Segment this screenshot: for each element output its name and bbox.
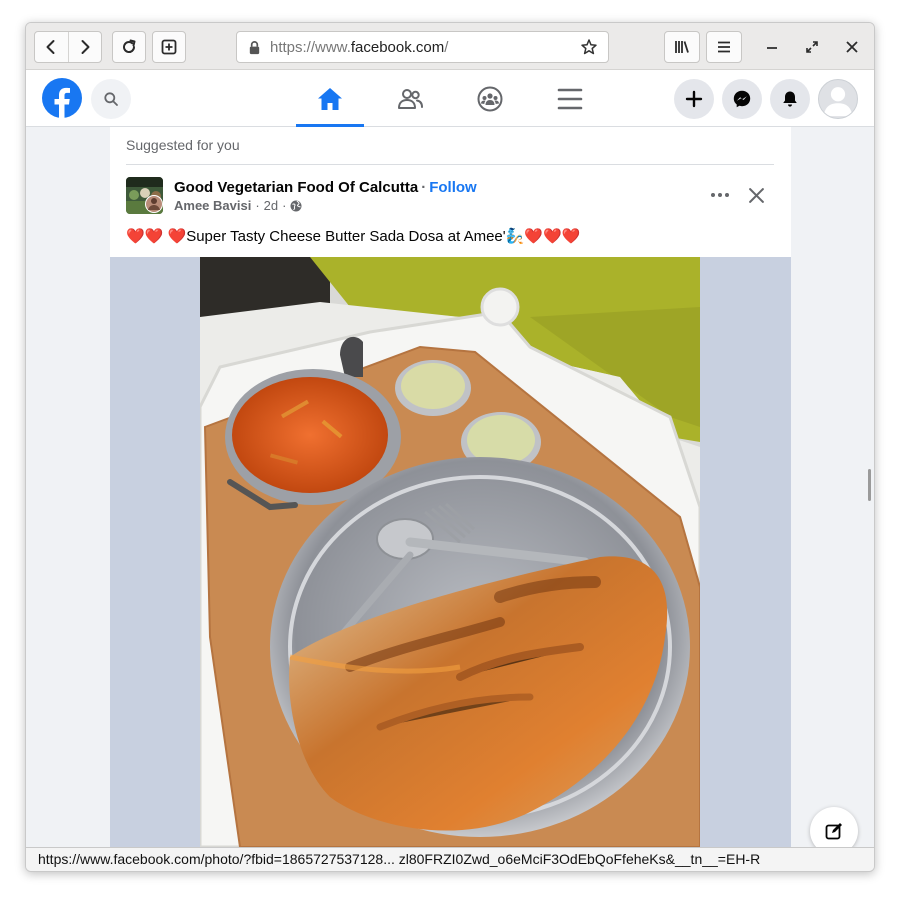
create-button[interactable] <box>674 79 714 119</box>
url-bar[interactable]: https://www.facebook.com/ <box>236 31 609 63</box>
messenger-icon <box>733 90 751 108</box>
tab-menu[interactable] <box>536 70 604 127</box>
messenger-button[interactable] <box>722 79 762 119</box>
post-header: Good Vegetarian Food Of Calcutta · Follow <box>174 179 477 196</box>
facebook-header <box>26 70 874 127</box>
url-domain: facebook.com <box>350 38 445 56</box>
bookmark-star-icon[interactable] <box>580 38 598 56</box>
reload-button[interactable] <box>112 31 146 63</box>
hide-post-button[interactable] <box>742 181 770 209</box>
scrollbar-thumb[interactable] <box>868 469 871 501</box>
bell-icon <box>783 91 797 107</box>
close-icon <box>748 187 764 203</box>
tab-home[interactable] <box>296 70 364 127</box>
author-name[interactable]: Amee Bavisi <box>174 198 251 213</box>
globe-icon <box>290 200 302 211</box>
meta-separator: · <box>282 198 287 213</box>
browser-toolbar: https://www.facebook.com/ <box>26 23 874 70</box>
caption-text: Super Tasty Cheese Butter Sada Dosa at A… <box>186 227 506 245</box>
menu-button[interactable] <box>706 31 742 63</box>
user-silhouette-icon <box>823 87 853 117</box>
notifications-button[interactable] <box>770 79 810 119</box>
url-prefix: https://www. <box>270 38 351 56</box>
divider <box>126 164 774 165</box>
reload-icon <box>123 39 136 53</box>
close-window-button[interactable] <box>838 33 866 61</box>
new-tab-icon <box>161 39 177 55</box>
search-button[interactable] <box>91 79 131 119</box>
lock-icon <box>247 40 262 55</box>
post-caption: ❤️❤️ ❤️ Super Tasty Cheese Butter Sada D… <box>126 227 581 246</box>
post-photo-dosa[interactable] <box>200 257 700 847</box>
new-tab-button[interactable] <box>152 31 186 63</box>
plus-icon <box>685 90 703 108</box>
home-icon <box>318 87 342 110</box>
library-icon <box>675 41 689 53</box>
suggested-label: Suggested for you <box>126 137 240 153</box>
page-avatar[interactable] <box>126 177 163 214</box>
minimize-button[interactable] <box>758 33 786 61</box>
friends-icon <box>398 88 423 109</box>
search-icon <box>104 92 118 106</box>
url-text: https://www.facebook.com/ <box>270 39 580 56</box>
more-options-button[interactable] <box>704 183 736 207</box>
tab-groups[interactable] <box>456 70 524 127</box>
minimize-icon <box>767 47 777 49</box>
restore-icon <box>806 41 818 53</box>
ellipsis-icon <box>711 193 729 197</box>
follow-button[interactable]: Follow <box>429 179 477 196</box>
post-meta: Amee Bavisi · 2d · <box>174 198 302 213</box>
menu-icon <box>718 41 730 53</box>
menu-icon <box>557 88 583 109</box>
compose-icon <box>825 823 842 840</box>
groups-icon <box>477 86 503 111</box>
url-suffix: / <box>444 38 449 56</box>
facebook-logo-icon[interactable] <box>42 78 82 118</box>
meta-separator: · <box>255 198 260 213</box>
genie-emoji: 🧞 <box>505 228 525 245</box>
library-button[interactable] <box>664 31 700 63</box>
back-icon <box>46 40 55 54</box>
hearts-emoji: ❤️❤️ ❤️ <box>126 228 187 245</box>
forward-icon <box>81 40 90 54</box>
close-icon <box>846 41 858 53</box>
status-bar: https://www.facebook.com/photo/?fbid=186… <box>26 847 874 871</box>
nav-button-group <box>34 31 102 63</box>
separator-dot: · <box>421 179 427 196</box>
post-card: Suggested for you Good Vegetarian Food O… <box>110 127 791 847</box>
post-media <box>110 257 791 847</box>
browser-window: https://www.facebook.com/ Suggested for … <box>25 22 875 872</box>
restore-button[interactable] <box>798 33 826 61</box>
hearts-emoji: ❤️❤️❤️ <box>524 228 581 245</box>
tab-friends[interactable] <box>376 70 444 127</box>
news-feed: Suggested for you Good Vegetarian Food O… <box>26 127 874 847</box>
post-time[interactable]: 2d <box>264 198 278 213</box>
back-button[interactable] <box>35 32 68 62</box>
profile-avatar[interactable] <box>818 79 858 119</box>
page-name-link[interactable]: Good Vegetarian Food Of Calcutta <box>174 179 418 196</box>
forward-button[interactable] <box>67 32 101 62</box>
